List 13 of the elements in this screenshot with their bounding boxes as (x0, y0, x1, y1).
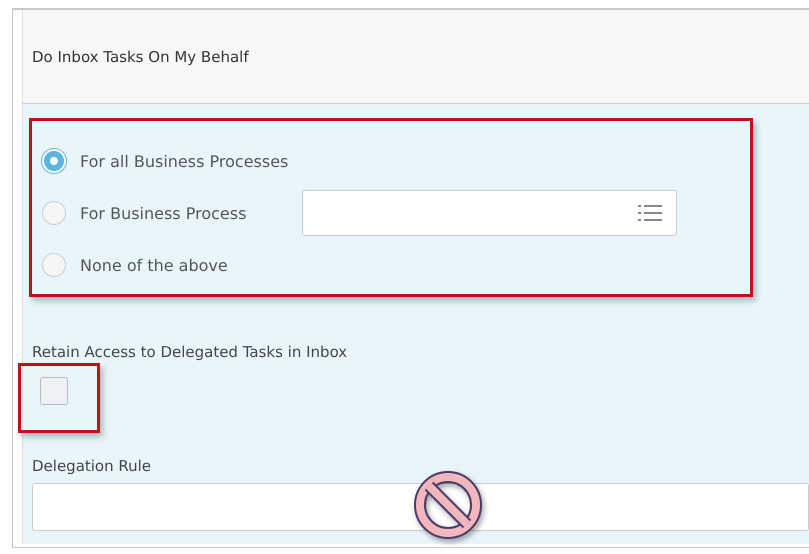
section-title: Do Inbox Tasks On My Behalf (32, 48, 249, 66)
radio-label[interactable]: For Business Process (80, 204, 302, 222)
checkbox[interactable] (40, 377, 68, 405)
radio-button[interactable] (42, 201, 66, 225)
radio-label[interactable]: None of the above (80, 256, 302, 274)
field-label: Retain Access to Delegated Tasks in Inbox (32, 343, 348, 361)
radio-button[interactable] (42, 253, 66, 277)
radio-label[interactable]: For all Business Processes (80, 152, 302, 170)
field-label: Delegation Rule (32, 457, 152, 475)
input-field[interactable] (32, 483, 809, 531)
list-icon (638, 203, 662, 223)
prohibited-icon (414, 471, 482, 539)
select-field[interactable] (302, 190, 677, 236)
